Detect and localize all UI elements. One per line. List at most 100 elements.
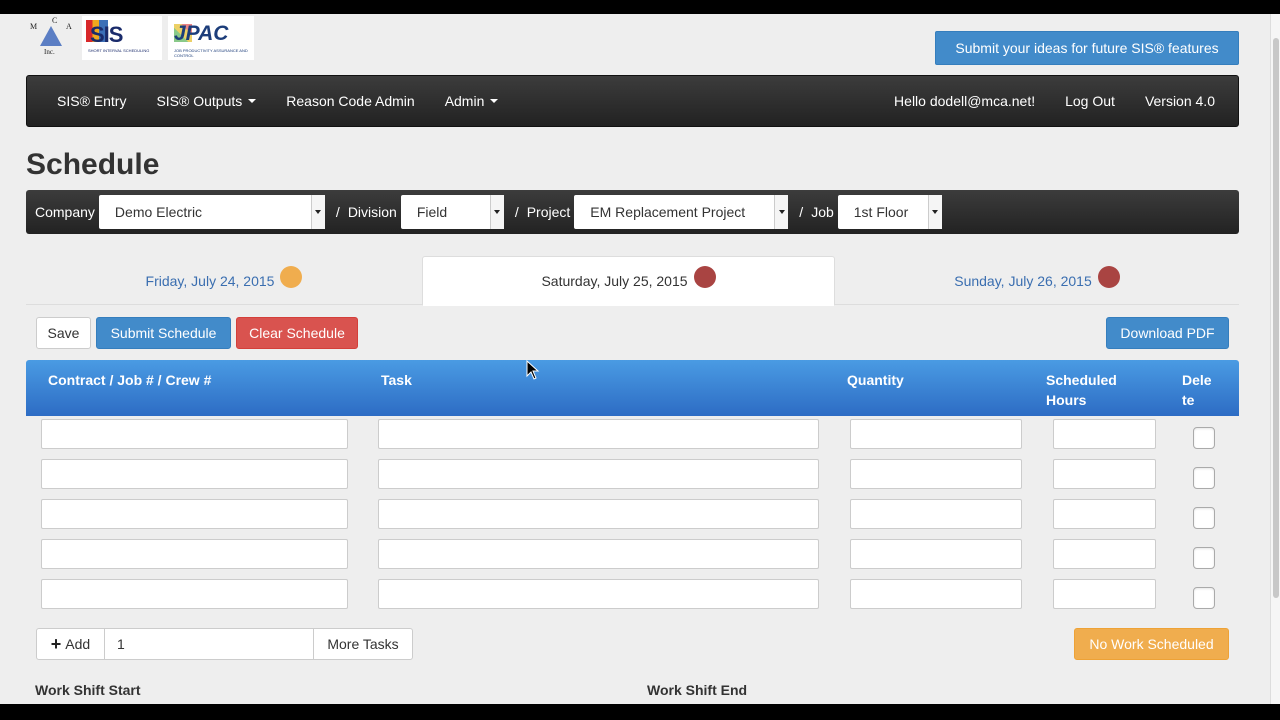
separator: / <box>335 204 340 220</box>
division-label: Division <box>347 204 397 220</box>
separator: / <box>799 204 804 220</box>
status-dot-icon <box>1097 266 1120 288</box>
date-tab-label: Sunday, July 26, 2015 <box>954 273 1092 289</box>
delete-checkbox[interactable] <box>1193 427 1215 449</box>
caret-down-icon <box>490 99 499 103</box>
dropdown-arrow-icon <box>489 195 504 229</box>
delete-checkbox[interactable] <box>1193 547 1215 569</box>
company-label: Company <box>35 204 95 220</box>
nav-sis-outputs[interactable]: SIS® Outputs <box>141 76 271 126</box>
nav-reason-code-admin-label: Reason Code Admin <box>286 93 415 109</box>
division-value: Field <box>416 204 448 220</box>
date-tabs: Friday, July 24, 2015 Saturday, July 25,… <box>26 256 1239 306</box>
contract-input[interactable] <box>41 499 348 529</box>
nav-sis-outputs-label: SIS® Outputs <box>156 93 243 109</box>
work-shift-start-label: Work Shift Start <box>35 682 141 698</box>
vertical-scrollbar[interactable] <box>1270 14 1280 704</box>
status-dot-icon <box>280 266 303 288</box>
column-scheduled-hours: Scheduled Hours <box>1046 370 1117 410</box>
date-tab-friday[interactable]: Friday, July 24, 2015 <box>26 256 422 306</box>
scheduled-hours-input[interactable] <box>1053 459 1156 489</box>
scrollbar-thumb[interactable] <box>1273 38 1279 598</box>
job-select[interactable]: 1st Floor <box>837 195 942 229</box>
nav-sis-entry[interactable]: SIS® Entry <box>27 76 141 126</box>
scheduled-hours-input[interactable] <box>1053 499 1156 529</box>
column-scheduled-hours-line1: Scheduled <box>1046 372 1117 388</box>
contract-input[interactable] <box>41 579 348 609</box>
submit-schedule-button[interactable]: Submit Schedule <box>96 317 231 349</box>
column-contract: Contract / Job # / Crew # <box>48 372 212 388</box>
task-input[interactable] <box>378 459 819 489</box>
date-tab-saturday[interactable]: Saturday, July 25, 2015 <box>422 256 835 306</box>
work-shift-end-label: Work Shift End <box>647 682 748 698</box>
scheduled-hours-input[interactable] <box>1053 539 1156 569</box>
project-select[interactable]: EM Replacement Project <box>574 195 789 229</box>
mca-logo: M C A Inc. <box>30 16 72 56</box>
column-delete-line2: te <box>1182 392 1195 408</box>
add-button-label: Add <box>65 636 91 652</box>
delete-checkbox[interactable] <box>1193 587 1215 609</box>
sis-logo: SIS SHORT INTERVAL SCHEDULING <box>82 16 162 60</box>
task-input[interactable] <box>378 499 819 529</box>
clear-schedule-button[interactable]: Clear Schedule <box>236 317 358 349</box>
scheduled-hours-input[interactable] <box>1053 579 1156 609</box>
table-header: Contract / Job # / Crew # Task Quantity … <box>26 360 1239 416</box>
scheduled-hours-input[interactable] <box>1053 419 1156 449</box>
page-title: Schedule <box>26 148 160 181</box>
task-input[interactable] <box>378 579 819 609</box>
nav-admin-label: Admin <box>444 93 485 109</box>
quantity-input[interactable] <box>850 459 1022 489</box>
quantity-input[interactable] <box>850 499 1022 529</box>
column-delete-line1: Dele <box>1182 372 1212 388</box>
task-input[interactable] <box>378 539 819 569</box>
contract-input[interactable] <box>41 459 348 489</box>
column-quantity: Quantity <box>847 372 904 388</box>
dropdown-arrow-icon <box>927 195 942 229</box>
logout-link[interactable]: Log Out <box>1050 76 1130 126</box>
job-label: Job <box>811 204 834 220</box>
nav-reason-code-admin[interactable]: Reason Code Admin <box>271 76 429 126</box>
nav-admin[interactable]: Admin <box>430 76 514 126</box>
job-value: 1st Floor <box>853 204 909 220</box>
division-select[interactable]: Field <box>400 195 504 229</box>
page: M C A Inc. SIS SHORT INTERVAL SCHEDULING… <box>0 14 1270 704</box>
jpac-logo: JPAC JOB PRODUCTIVITY ASSURANCE AND CONT… <box>168 16 254 60</box>
main-navbar: SIS® Entry SIS® Outputs Reason Code Admi… <box>26 75 1239 127</box>
column-delete: Dele te <box>1182 370 1212 410</box>
date-tab-label: Friday, July 24, 2015 <box>145 273 275 289</box>
dropdown-arrow-icon <box>774 195 789 229</box>
company-value: Demo Electric <box>114 204 203 220</box>
task-count-input[interactable]: 1 <box>104 628 314 660</box>
quantity-input[interactable] <box>850 539 1022 569</box>
task-input[interactable] <box>378 419 819 449</box>
dropdown-arrow-icon <box>310 195 325 229</box>
version-label: Version 4.0 <box>1144 93 1215 109</box>
contract-input[interactable] <box>41 419 348 449</box>
status-dot-icon <box>693 266 716 288</box>
more-tasks-button[interactable]: More Tasks <box>313 628 413 660</box>
column-scheduled-hours-line2: Hours <box>1046 392 1087 408</box>
project-value: EM Replacement Project <box>590 204 746 220</box>
nav-sis-entry-label: SIS® Entry <box>57 93 127 109</box>
date-tab-sunday[interactable]: Sunday, July 26, 2015 <box>835 256 1239 306</box>
add-button[interactable]: + Add <box>36 628 105 660</box>
delete-checkbox[interactable] <box>1193 507 1215 529</box>
nav-right: Hello dodell@mca.net! Log Out Version 4.… <box>879 76 1238 126</box>
contract-input[interactable] <box>41 539 348 569</box>
user-greeting[interactable]: Hello dodell@mca.net! <box>879 76 1050 126</box>
quantity-input[interactable] <box>850 419 1022 449</box>
date-tab-label: Saturday, July 25, 2015 <box>541 273 688 289</box>
column-task: Task <box>381 372 412 388</box>
separator: / <box>514 204 519 220</box>
caret-down-icon <box>248 99 257 103</box>
no-work-scheduled-button[interactable]: No Work Scheduled <box>1074 628 1229 660</box>
filter-bar: Company Demo Electric / Division Field /… <box>26 190 1239 234</box>
company-select[interactable]: Demo Electric <box>98 195 325 229</box>
plus-icon: + <box>50 633 62 654</box>
delete-checkbox[interactable] <box>1193 467 1215 489</box>
quantity-input[interactable] <box>850 579 1022 609</box>
save-button[interactable]: Save <box>36 317 91 349</box>
project-label: Project <box>526 204 571 220</box>
submit-ideas-button[interactable]: Submit your ideas for future SIS® featur… <box>935 31 1239 65</box>
download-pdf-button[interactable]: Download PDF <box>1106 317 1229 349</box>
